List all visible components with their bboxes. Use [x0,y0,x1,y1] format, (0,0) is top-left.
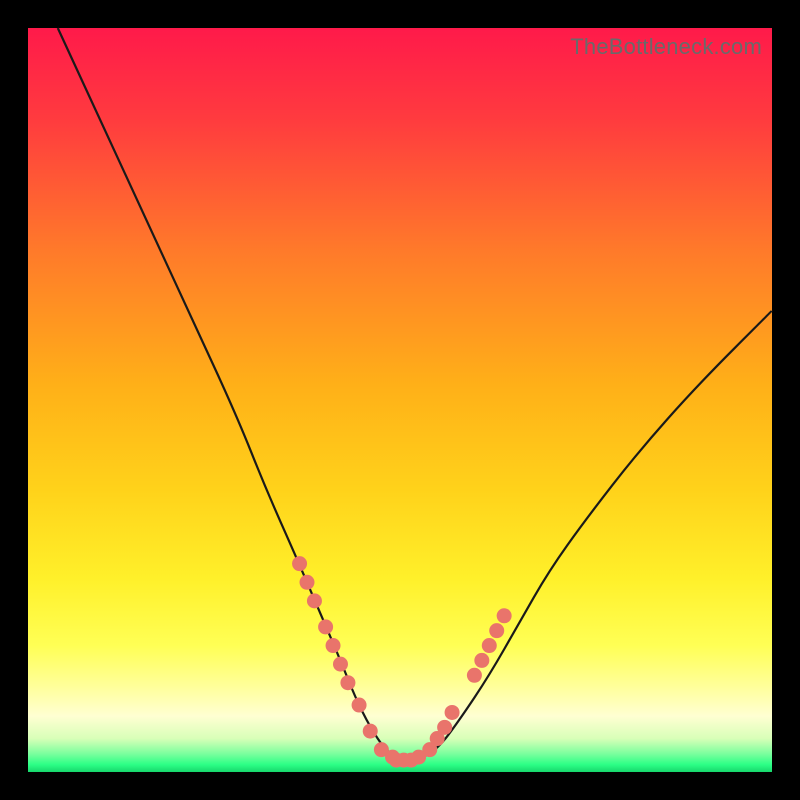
data-dot [437,720,452,735]
data-dot [340,675,355,690]
data-dot [333,657,348,672]
data-dot [326,638,341,653]
plot-frame: TheBottleneck.com [28,28,772,772]
data-dot [318,619,333,634]
data-dot [482,638,497,653]
data-dot [445,705,460,720]
data-dot [307,593,322,608]
data-dot [292,556,307,571]
data-dot [363,724,378,739]
data-dot [467,668,482,683]
data-dot [300,575,315,590]
data-dot [474,653,489,668]
bottleneck-curve [58,28,772,761]
dots-layer [292,556,512,767]
chart-svg [28,28,772,772]
data-dot [497,608,512,623]
curve-layer [58,28,772,761]
data-dot [352,698,367,713]
data-dot [404,753,419,768]
data-dot [489,623,504,638]
